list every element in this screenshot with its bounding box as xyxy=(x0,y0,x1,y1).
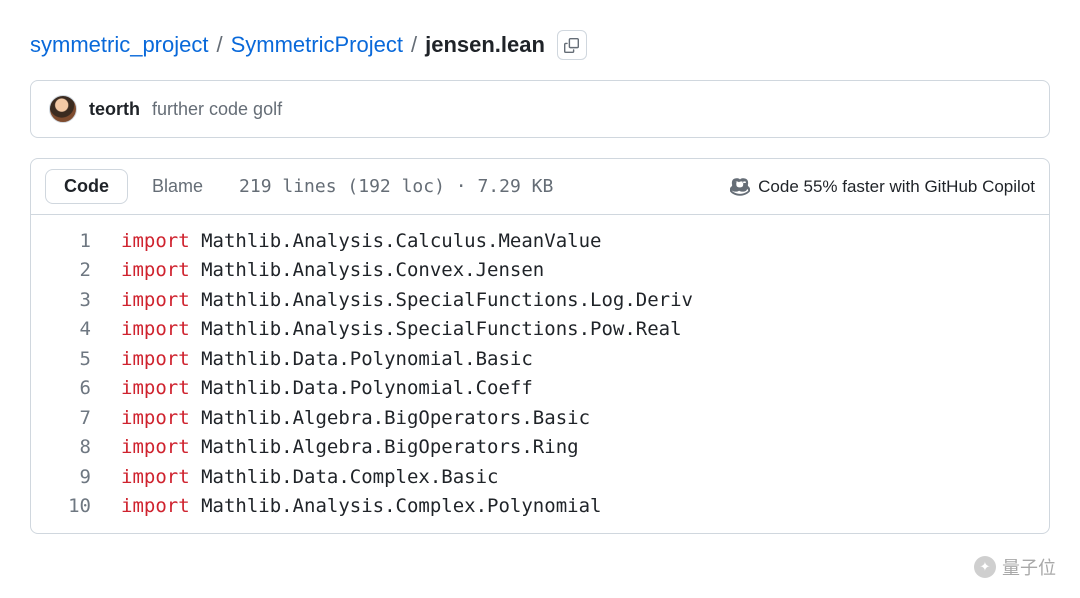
copilot-promo[interactable]: Code 55% faster with GitHub Copilot xyxy=(730,177,1035,197)
commit-author[interactable]: teorth xyxy=(89,99,140,120)
watermark-text: 量子位 xyxy=(1002,554,1056,580)
code-text: import Mathlib.Analysis.SpecialFunctions… xyxy=(121,286,693,315)
code-line: 4import Mathlib.Analysis.SpecialFunction… xyxy=(31,315,1049,344)
code-line: 2import Mathlib.Analysis.Convex.Jensen xyxy=(31,256,1049,285)
tab-code[interactable]: Code xyxy=(45,169,128,204)
code-text: import Mathlib.Data.Polynomial.Coeff xyxy=(121,374,533,403)
code-line: 5import Mathlib.Data.Polynomial.Basic xyxy=(31,345,1049,374)
line-number[interactable]: 3 xyxy=(31,286,121,315)
line-number[interactable]: 6 xyxy=(31,374,121,403)
view-toggle: Code Blame xyxy=(45,169,221,204)
code-text: import Mathlib.Algebra.BigOperators.Basi… xyxy=(121,404,590,433)
line-number[interactable]: 5 xyxy=(31,345,121,374)
line-number[interactable]: 2 xyxy=(31,256,121,285)
watermark: ✦ 量子位 xyxy=(974,554,1056,580)
line-number[interactable]: 9 xyxy=(31,463,121,492)
file-toolbar: Code Blame 219 lines (192 loc) · 7.29 KB… xyxy=(31,159,1049,215)
code-line: 1import Mathlib.Analysis.Calculus.MeanVa… xyxy=(31,227,1049,256)
code-line: 3import Mathlib.Analysis.SpecialFunction… xyxy=(31,286,1049,315)
copilot-text: Code 55% faster with GitHub Copilot xyxy=(758,177,1035,197)
commit-message[interactable]: further code golf xyxy=(152,99,282,120)
code-line: 6import Mathlib.Data.Polynomial.Coeff xyxy=(31,374,1049,403)
line-number[interactable]: 10 xyxy=(31,492,121,521)
code-text: import Mathlib.Analysis.Complex.Polynomi… xyxy=(121,492,601,521)
file-meta: 219 lines (192 loc) · 7.29 KB xyxy=(239,176,553,197)
code-line: 9import Mathlib.Data.Complex.Basic xyxy=(31,463,1049,492)
breadcrumb-folder[interactable]: SymmetricProject xyxy=(231,32,403,58)
avatar[interactable] xyxy=(49,95,77,123)
breadcrumb-sep: / xyxy=(216,32,222,58)
code-area: 1import Mathlib.Analysis.Calculus.MeanVa… xyxy=(31,215,1049,533)
code-line: 10import Mathlib.Analysis.Complex.Polyno… xyxy=(31,492,1049,521)
code-text: import Mathlib.Analysis.Calculus.MeanVal… xyxy=(121,227,601,256)
line-number[interactable]: 8 xyxy=(31,433,121,462)
copy-path-button[interactable] xyxy=(557,30,587,60)
code-text: import Mathlib.Analysis.SpecialFunctions… xyxy=(121,315,682,344)
copilot-icon xyxy=(730,177,750,197)
line-number[interactable]: 7 xyxy=(31,404,121,433)
breadcrumb-sep: / xyxy=(411,32,417,58)
line-number[interactable]: 4 xyxy=(31,315,121,344)
copy-icon xyxy=(564,38,579,53)
breadcrumb-repo[interactable]: symmetric_project xyxy=(30,32,208,58)
latest-commit-bar[interactable]: teorth further code golf xyxy=(30,80,1050,138)
wechat-icon: ✦ xyxy=(974,556,996,578)
file-panel: Code Blame 219 lines (192 loc) · 7.29 KB… xyxy=(30,158,1050,534)
code-line: 7import Mathlib.Algebra.BigOperators.Bas… xyxy=(31,404,1049,433)
code-text: import Mathlib.Data.Polynomial.Basic xyxy=(121,345,533,374)
tab-blame[interactable]: Blame xyxy=(134,170,221,203)
code-text: import Mathlib.Analysis.Convex.Jensen xyxy=(121,256,544,285)
breadcrumb-file: jensen.lean xyxy=(425,32,545,58)
code-text: import Mathlib.Data.Complex.Basic xyxy=(121,463,499,492)
code-text: import Mathlib.Algebra.BigOperators.Ring xyxy=(121,433,579,462)
breadcrumb: symmetric_project / SymmetricProject / j… xyxy=(0,0,1080,80)
code-line: 8import Mathlib.Algebra.BigOperators.Rin… xyxy=(31,433,1049,462)
line-number[interactable]: 1 xyxy=(31,227,121,256)
